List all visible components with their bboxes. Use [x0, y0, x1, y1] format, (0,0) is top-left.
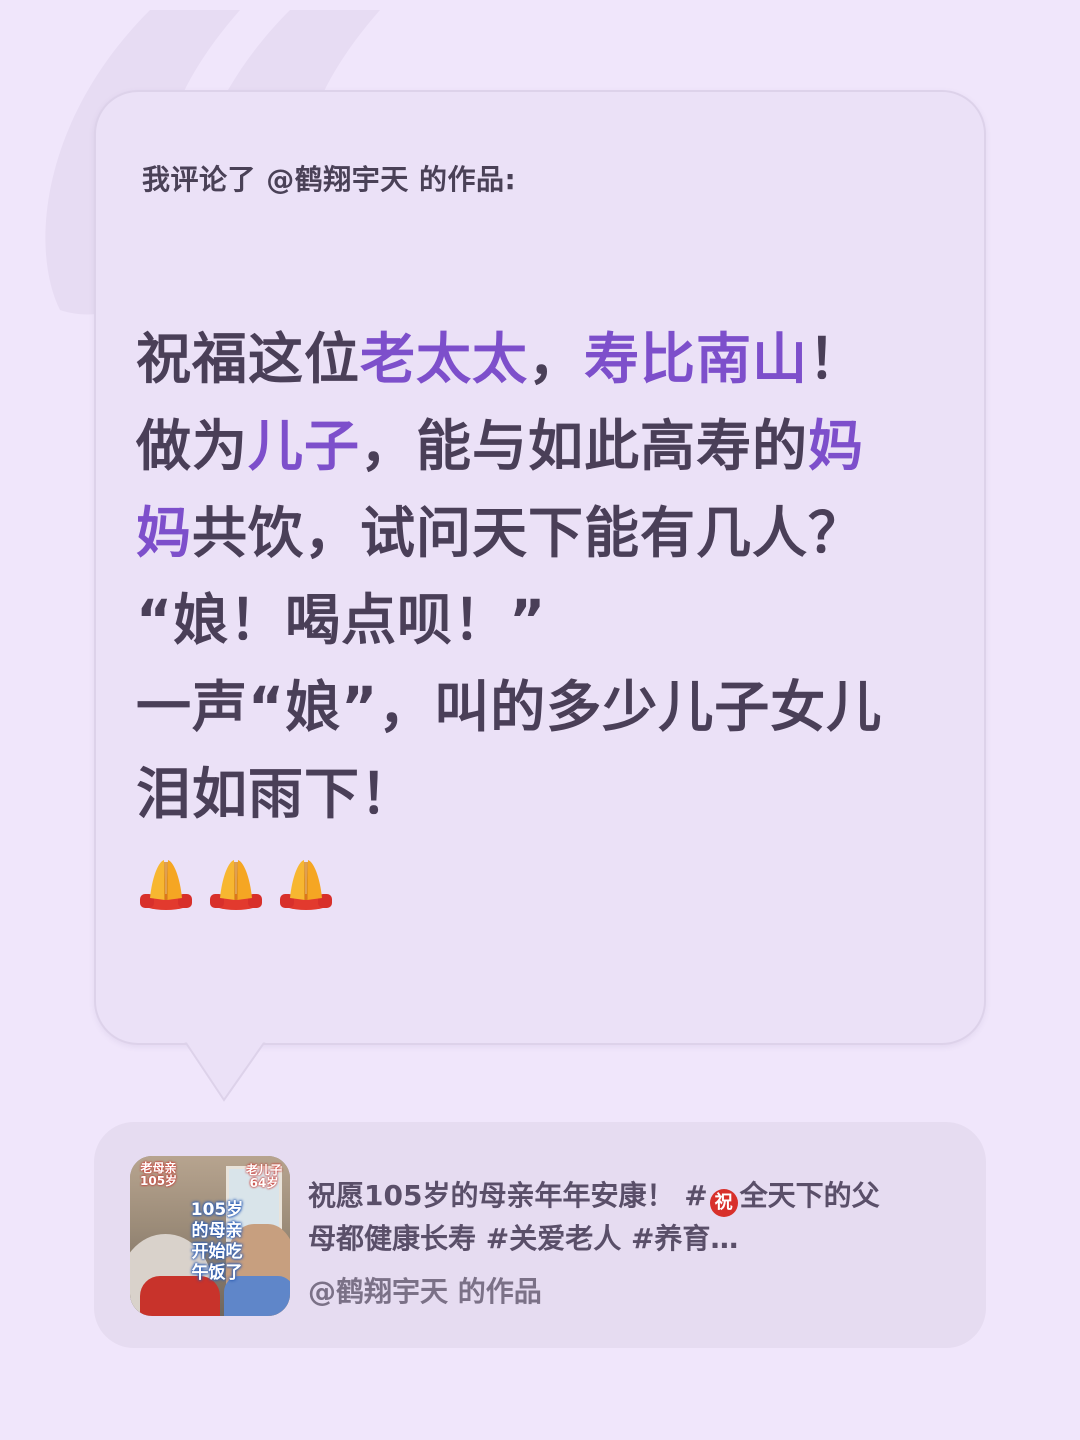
comment-text-segment: 一声“娘”，叫的多少儿子女儿: [136, 675, 883, 739]
work-author[interactable]: @鹤翔宇天 的作品: [308, 1270, 542, 1310]
work-card[interactable]: 老母亲 105岁 老儿子 64岁 105岁 的母亲 开始吃 午饭了 祝愿105岁…: [94, 1122, 986, 1348]
bubble-tail: [182, 1040, 268, 1102]
comment-line: 泪如雨下！: [136, 751, 966, 838]
comment-text-segment: ，: [528, 327, 585, 391]
praying-hands-icon: [276, 848, 336, 910]
comment-bubble: 我评论了 @鹤翔宇天 的作品: 祝福这位老太太，寿比南山！ 做为儿子，能与如此高寿…: [94, 90, 986, 1045]
comment-line: 祝福这位老太太，寿比南山！: [136, 316, 966, 403]
comment-text-segment: ！: [808, 327, 865, 391]
thumbnail-tag-mother: 老母亲 105岁: [140, 1161, 178, 1188]
comment-text: 祝福这位老太太，寿比南山！ 做为儿子，能与如此高寿的妈 妈共饮，试问天下能有几人？ “…: [136, 316, 966, 910]
emoji-row: [136, 848, 966, 910]
work-description-text-b: 全天下的父: [739, 1179, 880, 1212]
work-description-text-a: 祝愿105岁的母亲年年安康！ #: [308, 1179, 708, 1212]
comment-text-segment: 泪如雨下！: [136, 762, 417, 826]
comment-lines: 祝福这位老太太，寿比南山！ 做为儿子，能与如此高寿的妈 妈共饮，试问天下能有几人？ “…: [136, 316, 966, 838]
comment-line: 妈共饮，试问天下能有几人？: [136, 490, 966, 577]
work-description-line-2: 母都健康长寿 #关爱老人 #养育…: [308, 1222, 739, 1255]
work-description[interactable]: 祝愿105岁的母亲年年安康！ # 祝全天下的父 母都健康长寿 #关爱老人 #养育…: [308, 1174, 948, 1260]
highlight-text: 妈: [808, 414, 865, 478]
comment-line: 做为儿子，能与如此高寿的妈: [136, 403, 966, 490]
work-description-line-1: 祝愿105岁的母亲年年安康！ # 祝全天下的父: [308, 1174, 948, 1217]
work-thumbnail[interactable]: 老母亲 105岁 老儿子 64岁 105岁 的母亲 开始吃 午饭了: [130, 1156, 290, 1316]
comment-text-segment: 共饮，试问天下能有几人？: [192, 501, 865, 565]
comment-text-segment: 做为: [136, 414, 249, 478]
comment-line: 一声“娘”，叫的多少儿子女儿: [136, 664, 966, 751]
highlight-text: 老太太: [360, 327, 529, 391]
praying-hands-icon: [206, 848, 266, 910]
comment-header: 我评论了 @鹤翔宇天 的作品:: [142, 163, 517, 196]
highlight-text: 妈: [136, 501, 193, 565]
comment-text-segment: “娘！喝点呗！”: [136, 588, 547, 652]
comment-text-segment: 祝福这位: [136, 327, 361, 391]
comment-text-segment: ，能与如此高寿的: [360, 414, 809, 478]
thumbnail-tag-son: 老儿子 64岁: [245, 1163, 282, 1190]
thumbnail-caption: 105岁 的母亲 开始吃 午饭了: [190, 1200, 244, 1283]
zhu-emoji-icon: 祝: [709, 1188, 738, 1217]
comment-line: “娘！喝点呗！”: [136, 577, 966, 664]
highlight-text: 儿子: [248, 414, 361, 478]
highlight-text: 寿比南山: [584, 327, 809, 391]
praying-hands-icon: [136, 848, 196, 910]
